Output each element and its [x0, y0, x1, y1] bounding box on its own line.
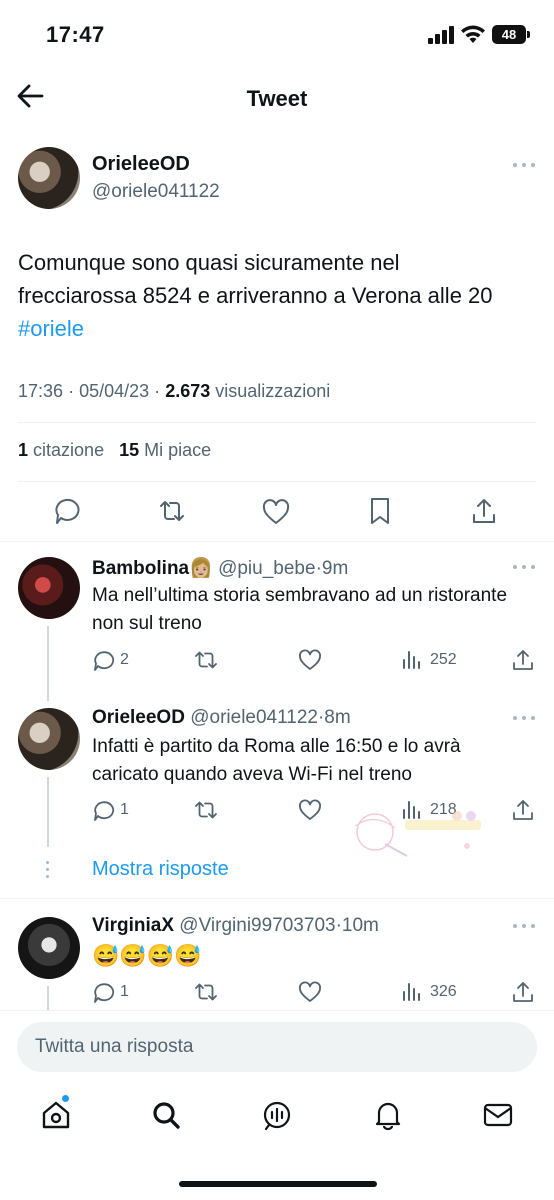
views-count: 252 [430, 651, 457, 668]
share-icon[interactable] [511, 798, 535, 822]
tweet-meta: 17:36 · 05/04/23 · 2.673 visualizzazioni [18, 381, 330, 402]
likes-count[interactable]: 15 [119, 440, 139, 460]
hashtag-link[interactable]: #oriele [18, 316, 84, 341]
spaces-icon[interactable] [261, 1099, 293, 1131]
reply-avatar[interactable] [18, 917, 80, 979]
home-notification-dot [61, 1094, 70, 1103]
reply-icon[interactable] [92, 798, 116, 822]
status-bar: 17:47 48 [0, 0, 554, 70]
reply-input[interactable]: Twitta una risposta [17, 1022, 537, 1072]
more-options-icon[interactable] [513, 163, 535, 169]
like-icon[interactable] [261, 497, 291, 527]
thread-line [47, 986, 49, 1010]
reply-author: VirginiaX @Virgini99703703·10m [92, 915, 379, 937]
messages-icon[interactable] [482, 1099, 514, 1131]
bookmark-icon[interactable] [365, 496, 395, 526]
thread-line [47, 626, 49, 701]
more-options-icon[interactable] [513, 924, 535, 930]
reply-avatar[interactable] [18, 557, 80, 619]
top-header: Tweet [0, 70, 554, 128]
quotes-count[interactable]: 1 [18, 440, 28, 460]
reply-author: OrieleeOD @oriele041122·8m [92, 707, 351, 729]
views-label: visualizzazioni [215, 381, 331, 401]
reply-count: 2 [120, 651, 129, 668]
share-icon[interactable] [511, 980, 535, 1004]
divider [0, 541, 554, 542]
views-count: 2.673 [165, 381, 211, 401]
reply-icon[interactable] [53, 496, 83, 526]
tweet-time[interactable]: 17:36 [18, 381, 63, 401]
tweet-stats: 1 citazione 15 Mi piace [18, 440, 211, 461]
search-icon[interactable] [150, 1099, 182, 1131]
reply-author-handle[interactable]: @piu_bebe [218, 558, 315, 579]
views-icon[interactable] [400, 980, 424, 1004]
reply-count: 1 [120, 983, 129, 1000]
reply-icon[interactable] [92, 980, 116, 1004]
share-icon[interactable] [511, 648, 535, 672]
watermark-logo [354, 811, 481, 857]
divider [0, 898, 554, 899]
reply-time[interactable]: 10m [342, 915, 379, 936]
home-icon[interactable] [40, 1099, 72, 1131]
reply-author-handle[interactable]: @Virgini99703703 [179, 915, 335, 936]
reply-author-name[interactable]: VirginiaX [92, 915, 174, 936]
reply-author-handle[interactable]: @oriele041122 [190, 707, 318, 728]
meta-separator: · [68, 381, 75, 401]
views-count: 326 [430, 983, 457, 1000]
status-time: 17:47 [46, 22, 105, 47]
show-replies-link[interactable]: Mostra risposte [92, 858, 229, 881]
home-indicator [179, 1181, 377, 1187]
thread-line [47, 777, 49, 847]
reply-author-name[interactable]: Bambolina👩🏼 [92, 558, 213, 579]
like-icon[interactable] [298, 980, 322, 1004]
reply-author: Bambolina👩🏼 @piu_bebe·9m [92, 556, 348, 580]
tweet-body: Comunque sono quasi sicuramente nel frec… [18, 250, 493, 308]
tweet-date[interactable]: 05/04/23 [79, 381, 149, 401]
retweet-icon[interactable] [194, 980, 218, 1004]
like-icon[interactable] [298, 798, 322, 822]
reply-author-name[interactable]: OrieleeOD [92, 707, 185, 728]
more-options-icon[interactable] [513, 565, 535, 571]
author-handle[interactable]: @oriele041122 [92, 181, 220, 203]
author-name[interactable]: OrieleeOD [92, 153, 190, 176]
divider [18, 481, 536, 482]
divider [18, 422, 536, 423]
reply-text: Ma nell’ultima storia sembravano ad un r… [92, 585, 508, 634]
battery-icon: 48 [492, 25, 530, 44]
reply-time[interactable]: 8m [324, 707, 350, 728]
tweet-text: Comunque sono quasi sicuramente nel frec… [18, 246, 518, 345]
retweet-icon[interactable] [194, 648, 218, 672]
reply-text: Infatti è partito da Roma alle 16:50 e l… [92, 736, 461, 785]
cellular-signal-icon [428, 26, 454, 44]
reply-icon[interactable] [92, 648, 116, 672]
page-title: Tweet [246, 86, 308, 111]
retweet-icon[interactable] [157, 496, 187, 526]
likes-label[interactable]: Mi piace [144, 440, 211, 460]
retweet-icon[interactable] [194, 798, 218, 822]
author-avatar[interactable] [18, 147, 80, 209]
reply-time[interactable]: 9m [322, 558, 348, 579]
share-icon[interactable] [469, 496, 499, 526]
reply-avatar[interactable] [18, 708, 80, 770]
notifications-icon[interactable] [372, 1099, 404, 1131]
reply-text: 😅😅😅😅 [92, 943, 202, 968]
wifi-icon [461, 25, 485, 43]
meta-separator: · [154, 381, 161, 401]
quotes-label[interactable]: citazione [33, 440, 104, 460]
like-icon[interactable] [298, 648, 322, 672]
thread-dots [46, 861, 50, 879]
more-options-icon[interactable] [513, 716, 535, 722]
views-icon[interactable] [400, 648, 424, 672]
reply-count: 1 [120, 801, 129, 818]
